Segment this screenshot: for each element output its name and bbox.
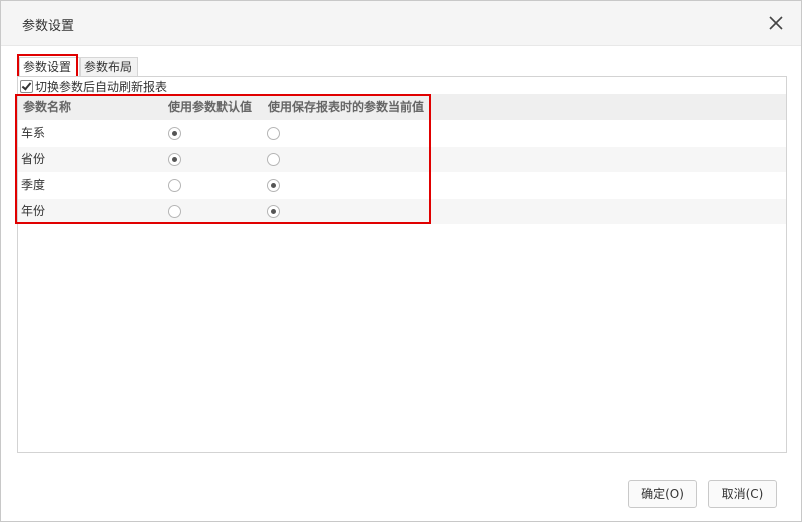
parameter-name: 季度 xyxy=(21,178,46,192)
auto-refresh-checkbox[interactable] xyxy=(20,79,33,93)
header-use-current: 使用保存报表时的参数当前值 xyxy=(268,100,425,114)
settings-panel: 切换参数后自动刷新报表 参数名称 使用参数默认值 使用保存报表时的参数当前值 车… xyxy=(17,76,787,453)
ok-button[interactable]: 确定(O) xyxy=(628,480,697,508)
auto-refresh-option[interactable]: 切换参数后自动刷新报表 xyxy=(20,78,167,94)
tab-parameter-layout[interactable]: 参数布局 xyxy=(80,57,138,77)
dialog-title: 参数设置 xyxy=(22,19,75,34)
table-row: 车系 xyxy=(18,121,786,147)
close-icon[interactable] xyxy=(767,14,785,32)
parameter-name: 省份 xyxy=(21,152,46,166)
current-value-radio[interactable] xyxy=(267,153,280,166)
cancel-button[interactable]: 取消(C) xyxy=(708,480,777,508)
table-header-row: 参数名称 使用参数默认值 使用保存报表时的参数当前值 xyxy=(18,94,786,121)
parameter-name: 车系 xyxy=(21,126,46,140)
table-row: 省份 xyxy=(18,147,786,173)
default-value-radio[interactable] xyxy=(168,153,181,166)
table-row: 年份 xyxy=(18,199,786,225)
default-value-radio[interactable] xyxy=(168,127,181,140)
current-value-radio[interactable] xyxy=(267,179,280,192)
table-row: 季度 xyxy=(18,173,786,199)
parameter-settings-dialog: 参数设置 参数设置 参数布局 切换参数后自动刷新报表 参数名称 使用参数默认值 … xyxy=(0,0,802,522)
header-use-default: 使用参数默认值 xyxy=(168,100,253,114)
current-value-radio[interactable] xyxy=(267,127,280,140)
parameter-name: 年份 xyxy=(21,204,46,218)
dialog-titlebar: 参数设置 xyxy=(1,1,801,46)
default-value-radio[interactable] xyxy=(168,179,181,192)
default-value-radio[interactable] xyxy=(168,205,181,218)
header-parameter-name: 参数名称 xyxy=(23,100,72,114)
auto-refresh-label: 切换参数后自动刷新报表 xyxy=(35,79,168,94)
tab-parameter-settings[interactable]: 参数设置 xyxy=(19,57,80,77)
parameter-table: 参数名称 使用参数默认值 使用保存报表时的参数当前值 车系 省份 季度 年份 xyxy=(18,94,786,225)
current-value-radio[interactable] xyxy=(267,205,280,218)
